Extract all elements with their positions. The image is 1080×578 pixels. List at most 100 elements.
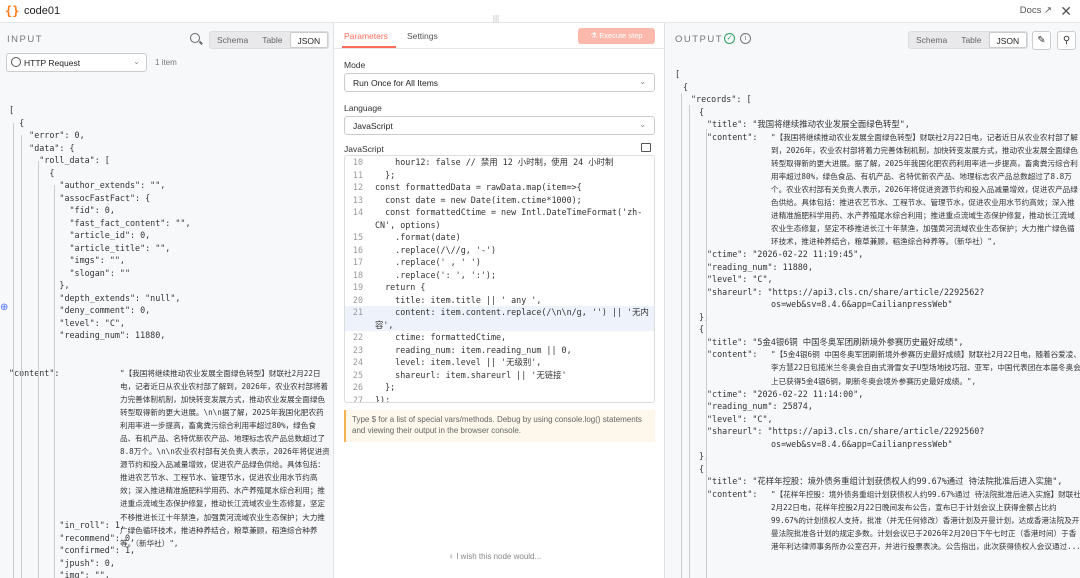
- language-value: JavaScript: [353, 121, 393, 131]
- json-line: "author_extends": "",: [9, 180, 166, 190]
- code-line: 14 const formattedCtime = new Intl.DateT…: [345, 206, 654, 219]
- input-source-select[interactable]: HTTP Request ⌄: [6, 53, 147, 72]
- input-panel: INPUT Schema Table JSON HTTP Request ⌄ 1…: [0, 23, 334, 578]
- tab-parameters[interactable]: Parameters: [344, 31, 388, 41]
- line-number: 18: [352, 269, 363, 280]
- code-text: const formattedCtime = new Intl.DateTime…: [375, 207, 643, 217]
- execute-step-button[interactable]: ⚗ Execute step: [578, 28, 655, 44]
- node-title[interactable]: code01: [24, 5, 60, 17]
- code-label: JavaScript: [344, 144, 384, 154]
- docs-link[interactable]: Docs ↗: [1020, 5, 1052, 16]
- json-line: "ctime": "2026-02-22 11:19:45",: [707, 249, 864, 260]
- code-line: CN', options): [345, 219, 654, 232]
- view-json-button[interactable]: JSON: [988, 32, 1028, 48]
- code-text: content: item.content.replace(/\n\n/g, '…: [375, 307, 649, 317]
- language-label: Language: [344, 103, 382, 113]
- edit-pencil-icon[interactable]: ✎: [1032, 31, 1051, 50]
- json-line: {: [699, 324, 705, 335]
- line-number: 14: [352, 207, 363, 217]
- json-content-row: "content": "【5金4银6铜 中国冬奥军团刷新境外参赛历史最好成绩】财…: [675, 348, 1080, 387]
- json-line: "article_id": 0,: [9, 230, 151, 240]
- json-line: },: [699, 311, 710, 322]
- json-line: {: [699, 106, 705, 117]
- json-content-key: "content":: [707, 488, 763, 499]
- json-line: "in_roll": 1,: [9, 520, 125, 530]
- code-line: 17 .replace(' , ' '): [345, 256, 654, 269]
- info-icon[interactable]: i: [740, 33, 751, 44]
- chevron-down-icon: ⌄: [639, 120, 646, 129]
- json-line: [: [675, 69, 681, 79]
- code-node-icon: {}: [5, 4, 20, 18]
- line-number: 17: [352, 257, 363, 267]
- json-line: "title": "我国将继续推动农业发展全面绿色转型",: [707, 119, 910, 129]
- json-line: "level": "C",: [9, 317, 125, 328]
- hint-text: Type $ for a list of special vars/method…: [352, 415, 642, 435]
- code-text: const date = new Date(item.ctime*1000);: [375, 194, 582, 205]
- code-line: 20 title: item.title || ' any ',: [345, 294, 654, 307]
- code-text: ctime: formattedCtime,: [375, 332, 507, 342]
- tab-settings[interactable]: Settings: [407, 31, 438, 41]
- json-line: os=web&sv=8.4.6&app=CailianpressWeb": [771, 299, 953, 310]
- json-line: {: [9, 167, 55, 178]
- line-number: 25: [352, 369, 363, 380]
- code-text: title: item.title || ' any ',: [375, 294, 542, 305]
- tab-active-indicator: [342, 46, 396, 48]
- node-header: {} code01 Docs ↗ ✕: [0, 0, 1080, 23]
- input-source-value: HTTP Request: [24, 58, 81, 68]
- view-table-button[interactable]: Table: [954, 32, 988, 48]
- params-tabs: Parameters Settings ⚗ Execute step: [334, 23, 664, 49]
- line-number: 26: [352, 382, 363, 392]
- view-table-button[interactable]: Table: [255, 32, 289, 48]
- json-line: "records": [: [691, 94, 752, 104]
- json-line: "depth_extends": "null",: [9, 292, 181, 303]
- line-number: 21: [352, 307, 363, 317]
- pin-icon[interactable]: ⚲: [1057, 31, 1076, 50]
- feedback-text: I wish this node would...: [456, 552, 542, 561]
- success-check-icon: ✓: [724, 33, 735, 44]
- code-text: .replace(' , ' '): [375, 257, 481, 267]
- indent-guide: [54, 185, 55, 578]
- json-content-row: "content": "【我国将继续推动农业发展全面绿色转型】财联社2月22日电…: [675, 131, 1078, 249]
- json-line: "recommend": 0,: [9, 532, 136, 543]
- view-schema-button[interactable]: Schema: [909, 32, 954, 48]
- code-line: 12 const formattedData = rawData.map(item…: [345, 181, 654, 194]
- mode-value: Run Once for All Items: [353, 78, 439, 88]
- code-line: 容',: [345, 318, 654, 331]
- globe-side-icon[interactable]: ⊕: [0, 302, 8, 313]
- flask-icon: ⚗: [590, 31, 600, 40]
- code-text: .replace(/\//g, '-'): [375, 244, 497, 255]
- indent-guide: [13, 123, 14, 578]
- mode-select[interactable]: Run Once for All Items ⌄: [344, 73, 655, 92]
- json-content-value: "【花样年控股：境外债务重组计划获债权人约99.67%通过 待法院批准后进入实施…: [771, 489, 1080, 551]
- json-line: "roll_data": [: [9, 155, 110, 165]
- code-text: 容',: [375, 319, 394, 330]
- json-content-value: "【我国将继续推动农业发展全面绿色转型】财联社2月22日电，记者近日从农业农村部…: [120, 368, 330, 548]
- code-line: 23 reading_num: item.reading_num || 0,: [345, 344, 654, 357]
- json-content-row: "content": "【花样年控股：境外债务重组计划获债权人约99.67%通过…: [675, 488, 1080, 553]
- code-editor[interactable]: 10 hour12: false // 禁用 12 小时制，使用 24 小时制 1…: [344, 155, 655, 403]
- json-line: "reading_num": 11880,: [707, 261, 813, 272]
- code-line: 13 const date = new Date(item.ctime*1000…: [345, 194, 654, 207]
- chevron-down-icon: ⌄: [639, 77, 646, 86]
- json-line: {: [699, 463, 705, 474]
- code-line: 11 };: [345, 169, 654, 182]
- language-select[interactable]: JavaScript ⌄: [344, 116, 655, 135]
- json-line: },: [9, 280, 70, 290]
- output-view-switch: Schema Table JSON: [908, 31, 1029, 49]
- code-text: hour12: false // 禁用 12 小时制，使用 24 小时制: [375, 157, 614, 167]
- json-content-value: "【我国将继续推动农业发展全面绿色转型】财联社2月22日电，记者近日从农业农村部…: [771, 132, 1078, 247]
- code-text: return {: [375, 282, 426, 292]
- close-icon[interactable]: ✕: [1060, 3, 1072, 20]
- parameters-panel: Parameters Settings ⚗ Execute step Mode …: [334, 23, 664, 578]
- line-number: 13: [352, 194, 363, 205]
- view-json-button[interactable]: JSON: [289, 32, 329, 48]
- view-schema-button[interactable]: Schema: [210, 32, 255, 48]
- expand-editor-icon[interactable]: [641, 143, 651, 152]
- json-line: "img": "",: [9, 570, 110, 578]
- feedback-prompt[interactable]: ♀ I wish this node would...: [448, 552, 541, 561]
- output-json-view: [{"records": [{"title": "我国将继续推动农业发展全面绿色…: [675, 68, 1080, 553]
- search-icon[interactable]: [190, 33, 200, 43]
- json-line: "slogan": "": [9, 267, 131, 278]
- code-line: 10 hour12: false // 禁用 12 小时制，使用 24 小时制: [345, 156, 654, 169]
- execute-step-label: Execute step: [599, 31, 643, 40]
